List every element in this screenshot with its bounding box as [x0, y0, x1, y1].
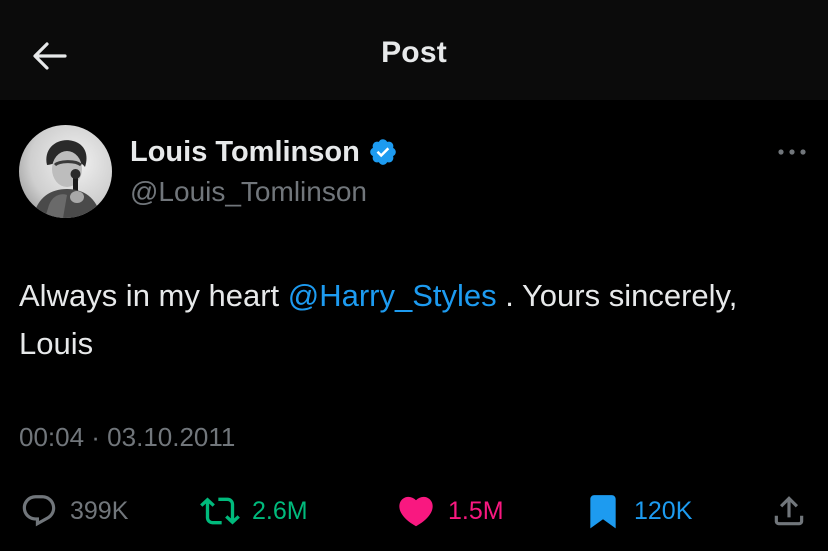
more-dots-icon [778, 149, 806, 155]
bookmark-count: 120K [634, 496, 693, 525]
repost-icon [200, 497, 240, 525]
author-name-row: Louis Tomlinson [130, 134, 398, 170]
mention-link[interactable]: @Harry_Styles [288, 278, 497, 313]
reply-count: 399K [70, 496, 129, 525]
share-icon [774, 496, 804, 526]
bookmark-button[interactable]: 120K [584, 487, 692, 535]
repost-button[interactable]: 2.6M [200, 487, 308, 535]
timestamp[interactable]: 00:04 · 03.10.2011 [19, 422, 235, 453]
like-count: 1.5M [448, 496, 504, 525]
avatar-photo [19, 125, 112, 218]
display-name[interactable]: Louis Tomlinson [130, 136, 360, 169]
page-title: Post [381, 36, 447, 69]
top-bar: Post [0, 0, 828, 100]
heart-icon [399, 496, 433, 527]
action-bar: 399K 2.6M 1.5M 120K [0, 487, 828, 535]
more-options-button[interactable] [772, 140, 812, 164]
reply-button[interactable]: 399K [20, 487, 128, 535]
bookmark-icon [590, 495, 616, 529]
avatar[interactable] [19, 125, 112, 218]
verified-badge-icon [370, 139, 396, 165]
author-handle[interactable]: @Louis_Tomlinson [130, 176, 367, 208]
repost-count: 2.6M [252, 496, 308, 525]
like-button[interactable]: 1.5M [396, 487, 504, 535]
reply-icon [22, 495, 56, 527]
share-button[interactable] [770, 487, 808, 535]
tweet-text-start: Always in my heart [19, 278, 288, 313]
tweet-text: Always in my heart @Harry_Styles . Yours… [19, 272, 799, 368]
